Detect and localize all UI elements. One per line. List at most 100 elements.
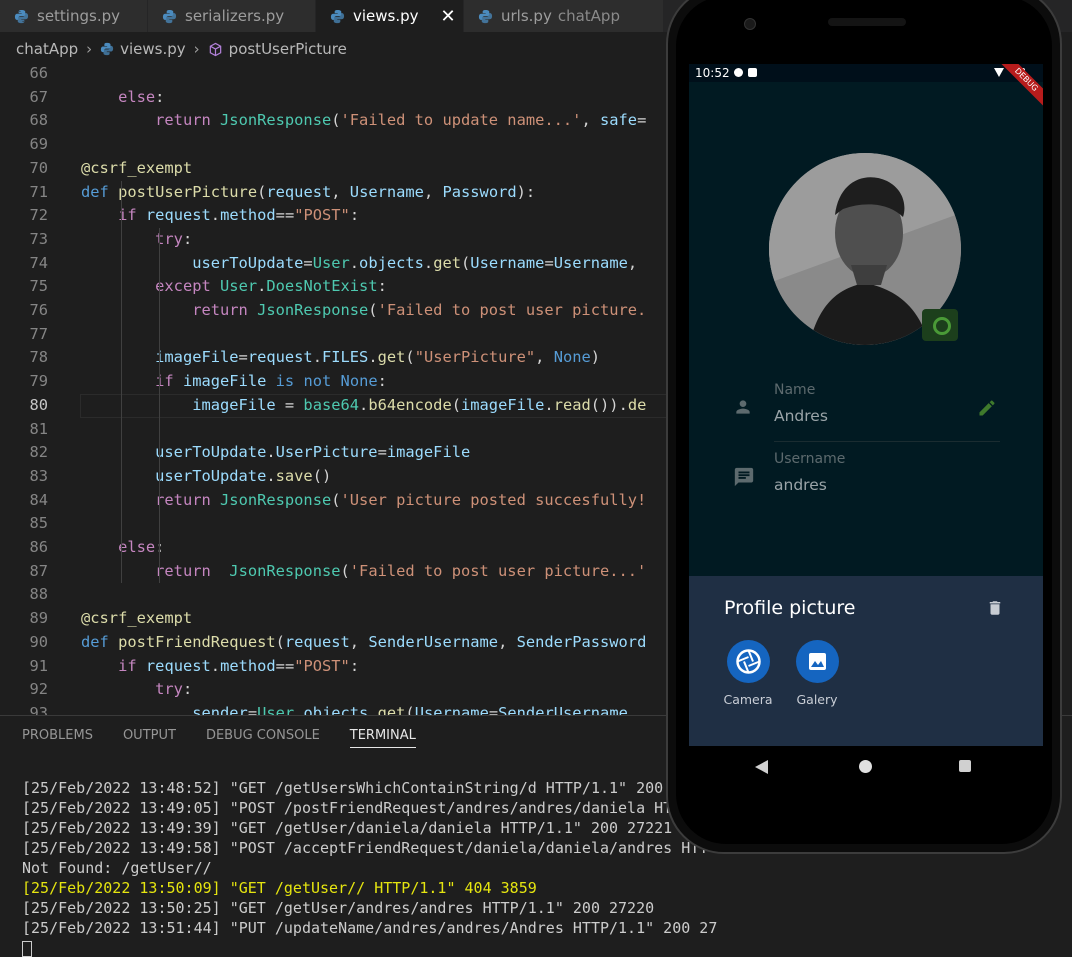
back-icon[interactable] bbox=[755, 760, 768, 774]
line-number: 85 bbox=[29, 514, 48, 533]
line-number: 69 bbox=[29, 135, 48, 154]
profile-picture-sheet: Profile picture Camera Galery bbox=[689, 576, 1043, 746]
tab-label: settings.py bbox=[37, 7, 120, 25]
earpiece-speaker bbox=[828, 18, 906, 26]
image-icon bbox=[808, 653, 826, 670]
tab-label: urls.py bbox=[501, 7, 552, 25]
code-text: userToUpdate.save() bbox=[155, 466, 332, 485]
terminal-line: [25/Feb/2022 13:50:09] "GET /getUser// H… bbox=[22, 879, 537, 897]
terminal-line: [25/Feb/2022 13:49:58] "POST /acceptFrie… bbox=[22, 839, 709, 857]
line-number: 73 bbox=[29, 229, 48, 248]
breadcrumb-symbol[interactable]: postUserPicture bbox=[229, 40, 347, 58]
terminal-output[interactable]: [25/Feb/2022 13:48:52] "GET /getUsersWhi… bbox=[22, 778, 717, 957]
line-number: 76 bbox=[29, 301, 48, 319]
python-file-icon bbox=[14, 9, 29, 23]
line-number: 91 bbox=[29, 656, 48, 675]
camera-button[interactable] bbox=[726, 640, 770, 683]
chevron-right-icon: › bbox=[193, 40, 200, 58]
code-text: userToUpdate=User.objects.get(Username=U… bbox=[192, 253, 638, 272]
terminal-line: [25/Feb/2022 13:49:39] "GET /getUser/dan… bbox=[22, 819, 673, 837]
code-text: else: bbox=[118, 538, 164, 556]
camera-option-label: Camera bbox=[723, 692, 773, 707]
chevron-right-icon: › bbox=[86, 40, 93, 58]
line-number: 88 bbox=[29, 585, 48, 604]
code-text: return JsonResponse('Failed to post user… bbox=[155, 561, 647, 580]
line-number: 83 bbox=[29, 466, 48, 485]
code-text: return JsonResponse('Failed to post user… bbox=[192, 301, 647, 319]
python-file-icon bbox=[478, 9, 493, 23]
method-symbol-icon bbox=[209, 42, 221, 56]
terminal-cursor bbox=[22, 941, 32, 957]
indent-guide bbox=[121, 180, 122, 584]
terminal-line: [25/Feb/2022 13:51:44] "PUT /updateName/… bbox=[22, 919, 718, 937]
line-number: 89 bbox=[29, 609, 48, 628]
sheet-title: Profile picture bbox=[724, 597, 856, 619]
name-value: Andres bbox=[774, 407, 828, 425]
gallery-button[interactable] bbox=[795, 640, 839, 683]
gallery-option-label: Galery bbox=[796, 692, 838, 707]
close-tab-icon[interactable]: ✕ bbox=[441, 6, 456, 27]
tab-serializers-py[interactable]: serializers.py bbox=[148, 0, 316, 32]
terminal-line: Not Found: /getUser// bbox=[22, 859, 212, 877]
gallery-option[interactable]: Galery bbox=[787, 640, 847, 707]
username-value: andres bbox=[774, 476, 827, 494]
line-number: 78 bbox=[29, 348, 48, 367]
line-number: 90 bbox=[29, 632, 48, 651]
line-number: 87 bbox=[29, 561, 48, 580]
code-text: imageFile = base64.b64encode(imageFile.r… bbox=[192, 395, 647, 414]
shutter-icon bbox=[735, 649, 761, 674]
tab-settings-py[interactable]: settings.py bbox=[0, 0, 148, 32]
line-number: 92 bbox=[29, 680, 48, 699]
sd-card-icon bbox=[748, 68, 757, 77]
breadcrumb-folder[interactable]: chatApp bbox=[16, 40, 78, 58]
terminal-line: [25/Feb/2022 13:49:05] "POST /postFriend… bbox=[22, 799, 673, 817]
line-number: 79 bbox=[29, 372, 48, 391]
python-file-icon bbox=[162, 9, 177, 23]
line-number: 86 bbox=[29, 538, 48, 556]
breadcrumb-file[interactable]: views.py bbox=[120, 40, 186, 58]
python-file-icon bbox=[101, 42, 114, 56]
line-number: 72 bbox=[29, 206, 48, 225]
camera-icon bbox=[933, 317, 951, 335]
line-number: 74 bbox=[29, 253, 48, 272]
front-camera bbox=[744, 18, 756, 30]
name-label: Name bbox=[774, 382, 816, 398]
panel-tab-output[interactable]: OUTPUT bbox=[123, 728, 176, 748]
tab-views-py[interactable]: views.py ✕ bbox=[316, 0, 464, 32]
app-screen: 10:52 DEBUG Name Andres Username andres … bbox=[689, 64, 1043, 746]
code-text: if request.method=="POST": bbox=[118, 206, 360, 225]
tab-urls-py[interactable]: urls.py chatApp bbox=[464, 0, 664, 32]
code-text: @csrf_exempt bbox=[81, 158, 193, 177]
recents-icon[interactable] bbox=[959, 760, 971, 772]
line-number: 70 bbox=[29, 158, 48, 177]
panel-tab-terminal[interactable]: TERMINAL bbox=[349, 728, 416, 748]
code-text: if imageFile is not None: bbox=[155, 372, 387, 391]
person-icon bbox=[736, 400, 750, 414]
code-text: else: bbox=[118, 87, 165, 106]
code-editor[interactable]: 66 67 else: 68 return JsonResponse('Failed… bbox=[0, 62, 670, 715]
code-text: return JsonResponse('Failed to update na… bbox=[155, 111, 647, 130]
change-photo-button[interactable] bbox=[922, 309, 958, 341]
status-time: 10:52 bbox=[695, 66, 730, 80]
code-text: except User.DoesNotExist: bbox=[155, 277, 387, 296]
code-text: try: bbox=[155, 680, 193, 699]
panel-tabs: PROBLEMS OUTPUT DEBUG CONSOLE TERMINAL bbox=[22, 728, 446, 748]
tab-label: serializers.py bbox=[185, 7, 285, 25]
line-number: 77 bbox=[29, 324, 48, 343]
code-text: userToUpdate.UserPicture=imageFile bbox=[155, 443, 471, 462]
line-number: 71 bbox=[29, 182, 48, 201]
edit-pencil-icon[interactable] bbox=[977, 398, 997, 418]
code-text: sender=User.objects.get(Username=SenderU… bbox=[192, 703, 638, 715]
notification-icon bbox=[734, 68, 743, 77]
camera-option[interactable]: Camera bbox=[718, 640, 778, 707]
home-icon[interactable] bbox=[859, 760, 872, 773]
trash-icon[interactable] bbox=[986, 598, 1004, 618]
terminal-line: [25/Feb/2022 13:48:52] "GET /getUsersWhi… bbox=[22, 779, 664, 797]
tab-folder-hint: chatApp bbox=[557, 7, 620, 25]
line-number: 80 bbox=[29, 395, 48, 414]
panel-tab-debug-console[interactable]: DEBUG CONSOLE bbox=[206, 728, 320, 748]
line-number: 84 bbox=[29, 490, 48, 509]
code-text: return JsonResponse('User picture posted… bbox=[155, 490, 647, 509]
panel-tab-problems[interactable]: PROBLEMS bbox=[22, 728, 93, 748]
indent-guide bbox=[159, 227, 160, 584]
